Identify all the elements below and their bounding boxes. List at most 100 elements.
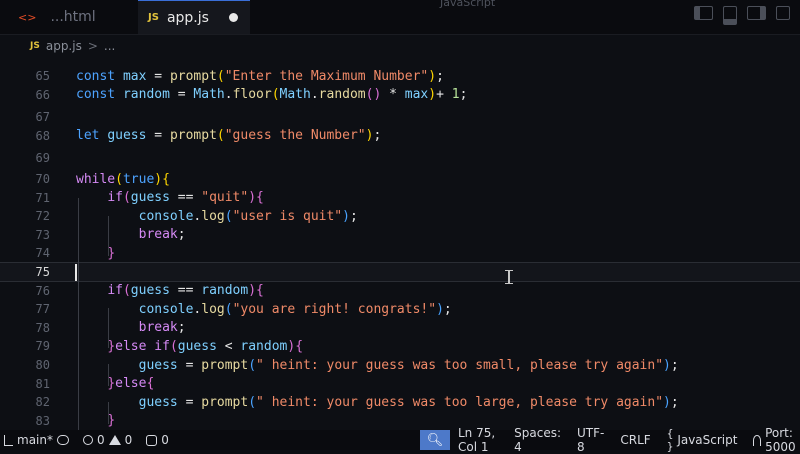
code-line[interactable]: 80 guess = prompt(" heint: your guess wa… <box>0 355 800 375</box>
code-token: { <box>256 190 264 206</box>
code-token: Math <box>193 87 225 103</box>
customize-layout-icon[interactable] <box>776 6 790 20</box>
code-token: console <box>138 301 194 317</box>
line-number: 75 <box>35 265 50 279</box>
code-token: + <box>436 87 452 103</box>
code-line[interactable]: 73 break; <box>0 225 800 245</box>
code-line[interactable]: 68 let guess = prompt("guess the Number")… <box>0 126 800 146</box>
code-line[interactable]: 81 }else{ <box>0 374 800 394</box>
html-file-icon: <> <box>18 10 37 24</box>
line-number: 66 <box>35 87 50 102</box>
code-token: ( <box>248 357 257 373</box>
code-token: == <box>169 283 202 299</box>
code-line[interactable]: 76 if(guess == random){ <box>0 281 800 301</box>
code-text[interactable]: const random = Math.floor(Math.random() … <box>76 87 467 102</box>
code-token: { <box>295 338 304 354</box>
code-line[interactable]: 71 if(guess == "quit"){ <box>0 188 800 208</box>
zoom-status[interactable]: 🔍︎ <box>420 430 450 450</box>
code-token: ; <box>443 301 452 317</box>
code-token: { <box>146 376 155 392</box>
code-text[interactable]: console.log("you are right! congrats!"); <box>76 302 452 317</box>
code-text[interactable]: guess = prompt(" heint: your guess was t… <box>76 395 679 410</box>
indent-guide <box>108 216 109 256</box>
code-line[interactable]: 77 console.log("you are right! congrats!… <box>0 299 800 319</box>
line-number: 83 <box>35 413 50 428</box>
line-number: 73 <box>35 227 50 242</box>
code-token: = <box>169 87 194 103</box>
debug-status[interactable]: 0 <box>146 433 169 447</box>
code-text[interactable]: const max = prompt("Enter the Maximum Nu… <box>76 69 444 84</box>
tab-app-js[interactable]: JS app.js <box>138 0 250 34</box>
language-mode[interactable]: { } JavaScript <box>667 427 738 453</box>
code-token: ) <box>428 68 437 84</box>
code-line[interactable]: 70 while(true){ <box>0 169 800 189</box>
breadcrumb-more[interactable]: ... <box>104 39 115 53</box>
line-number: 74 <box>35 246 50 261</box>
line-number: 67 <box>35 110 50 125</box>
code-text[interactable]: guess = prompt(" heint: your guess was t… <box>76 358 679 373</box>
debug-count: 0 <box>161 433 169 447</box>
tab-html-file[interactable]: <> ...html <box>18 0 128 34</box>
code-text[interactable]: break; <box>76 227 186 242</box>
toggle-sidebar-icon[interactable] <box>694 6 713 20</box>
code-token: 1 <box>451 87 460 103</box>
code-token: guess <box>177 338 217 354</box>
code-token: prompt <box>201 394 249 410</box>
code-token: ) <box>428 87 437 103</box>
code-text[interactable]: console.log("user is quit"); <box>76 209 358 224</box>
code-token: max <box>122 68 147 84</box>
code-line[interactable]: 66 const random = Math.floor(Math.random(… <box>0 85 800 105</box>
code-token: console <box>138 208 194 224</box>
code-token: break <box>138 320 178 336</box>
code-line[interactable]: 78 break; <box>0 318 800 338</box>
code-token: random <box>318 87 366 103</box>
toggle-panel-icon[interactable] <box>723 6 737 25</box>
code-line[interactable]: 75 <box>0 262 800 282</box>
tab-label: app.js <box>166 9 209 26</box>
code-text[interactable]: let guess = prompt("guess the Number"); <box>76 128 381 143</box>
breadcrumb: JS app.js > ... <box>30 38 115 54</box>
code-line[interactable]: 65 const max = prompt("Enter the Maximum … <box>0 66 800 86</box>
line-number: 80 <box>35 358 50 372</box>
code-text[interactable]: }else{ <box>76 376 154 391</box>
language-label: JavaScript <box>677 433 738 447</box>
code-token: prompt <box>169 68 217 84</box>
line-ending[interactable]: CRLF <box>620 433 650 447</box>
code-token: ( <box>224 208 233 224</box>
code-token: ; <box>177 227 186 243</box>
code-token: prompt <box>201 357 249 373</box>
warning-count: 0 <box>124 433 133 447</box>
toggle-secondary-sidebar-icon[interactable] <box>747 6 766 20</box>
status-right: Ln 75, Col 1 Spaces: 4 UTF-8 CRLF { } Ja… <box>458 426 800 454</box>
code-text[interactable]: if(guess == "quit"){ <box>76 190 264 205</box>
code-token: guess <box>107 128 147 144</box>
code-token: ; <box>373 128 382 144</box>
code-text[interactable]: if(guess == random){ <box>76 283 264 298</box>
line-number: 78 <box>35 320 50 335</box>
code-line[interactable]: 82 guess = prompt(" heint: your guess wa… <box>0 392 800 412</box>
code-line[interactable]: 72 console.log("user is quit"); <box>0 206 800 226</box>
indent-guide <box>78 198 79 430</box>
breadcrumb-file[interactable]: app.js <box>46 39 82 53</box>
code-text[interactable]: }else if(guess < random){ <box>76 339 303 354</box>
code-token: else if <box>115 338 170 354</box>
code-line[interactable]: 69 <box>0 148 800 168</box>
code-text[interactable]: break; <box>76 320 186 335</box>
code-line[interactable]: 67 <box>0 107 800 127</box>
code-text[interactable]: } <box>76 246 115 261</box>
code-line[interactable]: 79 }else if(guess < random){ <box>0 336 800 356</box>
code-token: () <box>365 87 382 103</box>
indent-guide <box>108 364 109 386</box>
code-editor[interactable]: 65 const max = prompt("Enter the Maximum … <box>0 58 800 430</box>
git-branch-status[interactable]: main* <box>4 433 69 447</box>
problems-status[interactable]: 0 0 <box>82 433 133 447</box>
code-text[interactable]: } <box>76 413 115 428</box>
code-line[interactable]: 74 } <box>0 243 800 263</box>
code-token: "you are right! congrats!" <box>232 301 437 317</box>
git-branch-icon <box>4 434 13 446</box>
line-number: 81 <box>35 376 50 391</box>
unsaved-dot-icon[interactable] <box>229 13 238 22</box>
code-text[interactable]: while(true){ <box>76 172 170 187</box>
sync-icon[interactable] <box>56 435 69 445</box>
code-token: ) <box>342 208 350 224</box>
